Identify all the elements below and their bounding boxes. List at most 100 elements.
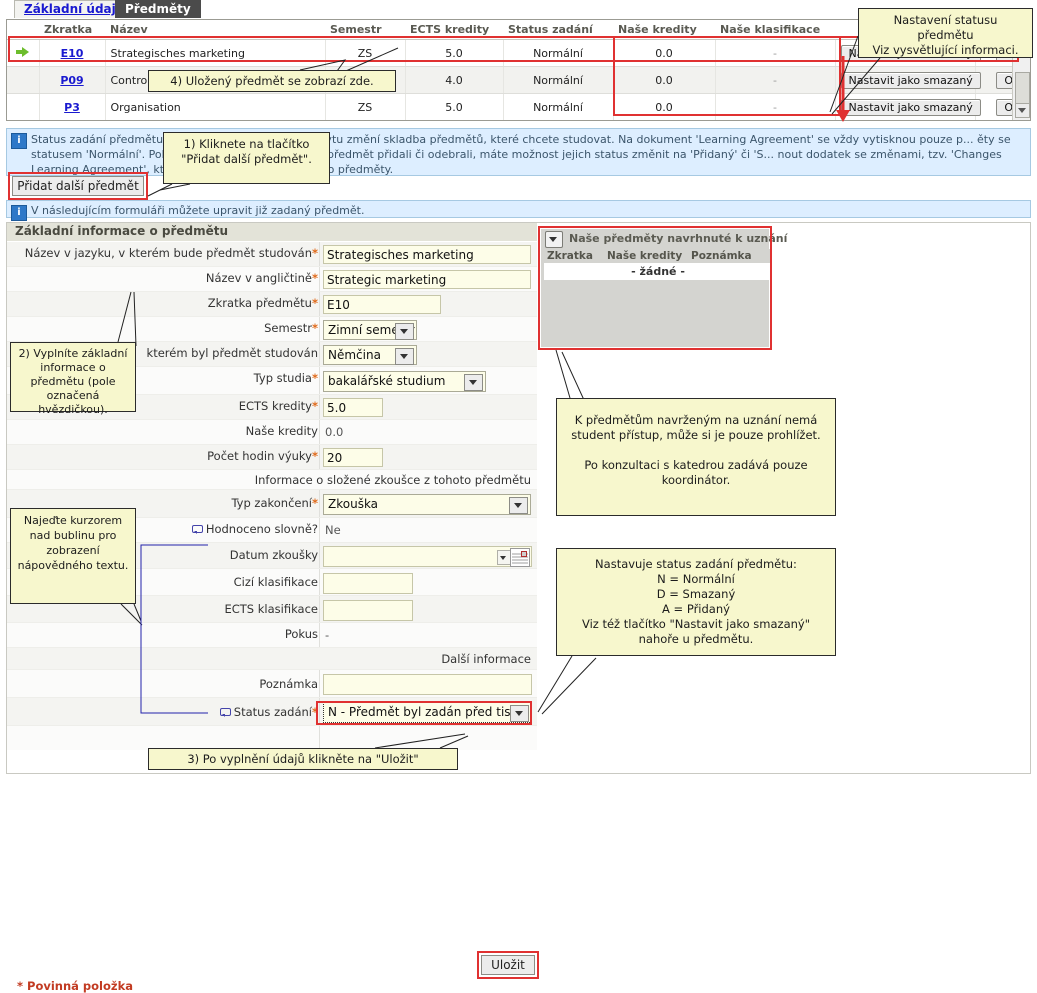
- cell-zkratka: P3: [39, 93, 106, 120]
- chevron-down-icon[interactable]: [464, 374, 483, 391]
- set-as-deleted-button[interactable]: Nastavit jako smazaný: [840, 98, 981, 116]
- chevron-down-icon[interactable]: [510, 705, 529, 722]
- subject-link-p09[interactable]: P09: [60, 74, 83, 87]
- required-asterisk: *: [311, 705, 318, 719]
- form-section-title: Základní informace o předmětu: [7, 223, 537, 241]
- info-bar-form-hint: i V následujícím formuláři můžete upravi…: [6, 200, 1031, 221]
- calendar-icon[interactable]: [510, 548, 530, 567]
- total-spacer6: [835, 121, 975, 122]
- required-asterisk: *: [311, 496, 318, 510]
- add-subject-highlight: [8, 172, 148, 200]
- select-jazyk-vyuky[interactable]: Němčina: [323, 345, 417, 365]
- input-pocet-hodin[interactable]: [323, 448, 383, 467]
- cell-nase-kredity: 0.0: [613, 66, 716, 94]
- label-semestr: Semestr*: [264, 321, 318, 335]
- date-dropdown-icon[interactable]: [497, 550, 511, 565]
- chevron-down-icon[interactable]: [395, 323, 414, 340]
- subject-form-container: Základní informace o předmětu Název v ja…: [6, 222, 1031, 993]
- field-wrap: [323, 295, 441, 314]
- cell-nase-klasifikace: -: [715, 66, 836, 94]
- field-row-zkratka: Zkratka předmětu*: [7, 292, 537, 317]
- save-row: [7, 726, 537, 750]
- label-nase-kredity: Naše kredity: [245, 424, 318, 438]
- cell-action-set-deleted: Nastavit jako smazaný: [835, 93, 981, 120]
- label-nazev-jazyk: Název v jazyku, v kterém bude předmět st…: [24, 246, 318, 260]
- field-wrap: bakalářské studium: [323, 371, 486, 392]
- field-wrap: [323, 398, 383, 417]
- total-spacer2: [39, 121, 105, 122]
- chevron-down-icon[interactable]: [509, 497, 528, 514]
- tab-predmety[interactable]: Předměty: [115, 0, 201, 18]
- input-ects-klasifikace[interactable]: [323, 600, 413, 621]
- required-asterisk: *: [311, 296, 318, 310]
- field-row-nazev-jazyk: Název v jazyku, v kterém bude předmět st…: [7, 242, 537, 267]
- select-typ-zakonceni[interactable]: Zkouška: [323, 494, 531, 515]
- field-row-pokus: Pokus -: [7, 623, 537, 648]
- cell-semestr: ZS: [325, 39, 406, 67]
- proposals-highlight: [538, 226, 772, 350]
- input-ects-kredity[interactable]: [323, 398, 383, 417]
- th-arrow: [7, 20, 39, 40]
- field-row-status-zadani: Status zadání* N - Předmět byl zadán pře…: [7, 698, 537, 726]
- subject-link-e10[interactable]: E10: [61, 47, 84, 60]
- select-typ-studia[interactable]: bakalářské studium: [323, 371, 486, 392]
- field-wrap: N - Předmět byl zadán před tisk: [323, 702, 532, 726]
- info-bar-text: V následujícím formuláři můžete upravit …: [31, 204, 365, 217]
- label-nazev-anglicky: Název v angličtině*: [205, 271, 318, 285]
- subject-link-p3[interactable]: P3: [64, 101, 80, 114]
- th-zkratka: Zkratka: [39, 20, 105, 40]
- cell-nazev: Organisation: [105, 93, 326, 120]
- label-poznamka: Poznámka: [259, 677, 318, 691]
- info-icon: i: [11, 133, 27, 149]
- cell-ects: 5.0: [405, 93, 504, 120]
- th-ects: ECTS kredity: [405, 20, 503, 40]
- required-asterisk: *: [311, 321, 318, 335]
- input-poznamka[interactable]: [323, 674, 532, 695]
- subheader-exam-row: Informace o složené zkoušce z tohoto pře…: [7, 470, 537, 490]
- set-as-deleted-button[interactable]: Nastavit jako smazaný: [840, 71, 981, 89]
- required-asterisk: *: [311, 271, 318, 285]
- field-wrap: [323, 245, 531, 264]
- scroll-down-arrow-icon[interactable]: [1015, 103, 1030, 118]
- select-semestr[interactable]: Zimní semestr: [323, 320, 417, 340]
- required-asterisk: *: [311, 399, 318, 413]
- callout-status-description: Nastavuje status zadání předmětu: N = No…: [556, 548, 836, 656]
- input-nazev-jazyk[interactable]: [323, 245, 531, 264]
- total-spacer5: [715, 121, 835, 122]
- field-row-pocet-hodin: Počet hodin výuky*: [7, 445, 537, 470]
- cell-status: Normální: [503, 66, 614, 94]
- input-nazev-anglicky[interactable]: [323, 270, 531, 289]
- input-cizi-klasifikace[interactable]: [323, 573, 413, 594]
- callout-fill-basic: 2) Vyplníte základní informace o předmět…: [10, 342, 136, 416]
- help-bubble-icon[interactable]: [219, 708, 231, 717]
- subheader-other-row: Další informace: [7, 648, 537, 670]
- input-zkratka[interactable]: [323, 295, 441, 314]
- field-wrap: Zimní semestr: [323, 320, 417, 340]
- select-status-zadani[interactable]: N - Předmět byl zadán před tisk: [323, 702, 532, 723]
- cell-status: Normální: [503, 93, 614, 120]
- row-arrow-cell: [7, 66, 40, 94]
- th-nase-kredity: Naše kredity: [613, 20, 715, 40]
- chevron-down-icon[interactable]: [395, 348, 414, 365]
- cell-status: Normální: [503, 39, 614, 67]
- field-row-poznamka: Poznámka: [7, 670, 537, 698]
- label-ects-klasifikace: ECTS klasifikace: [224, 602, 318, 616]
- date-picker-group[interactable]: [323, 546, 532, 567]
- required-asterisk: *: [311, 246, 318, 260]
- required-asterisk: *: [311, 371, 318, 385]
- field-wrap: Zkouška: [323, 494, 531, 515]
- field-wrap: Němčina: [323, 345, 417, 365]
- info-bar-status-explanation: i Status zadání předmětu ... kdy se běhe…: [6, 128, 1031, 176]
- value-hodnoceno-slovne: Ne: [325, 523, 341, 537]
- callout-status-setting: Nastavení statusu předmětu Viz vysvětluj…: [858, 8, 1033, 58]
- help-bubble-icon[interactable]: [191, 525, 203, 534]
- cell-nase-klasifikace: -: [715, 39, 836, 67]
- cell-ects: 4.0: [405, 66, 504, 94]
- table-row: P3 Organisation ZS 5.0 Normální 0.0 - Na…: [7, 93, 1030, 120]
- value-nase-kredity: 0.0: [325, 425, 344, 439]
- field-wrap: [323, 270, 531, 289]
- callout-click-add: 1) Kliknete na tlačítko "Přidat další př…: [163, 132, 330, 184]
- table-total-row: Kreditů celkem: 14.0 0.0: [7, 121, 1031, 122]
- cell-semestr: ZS: [325, 93, 406, 120]
- page-root: Základní údaje Předměty Zkratka Název Se…: [0, 0, 1037, 993]
